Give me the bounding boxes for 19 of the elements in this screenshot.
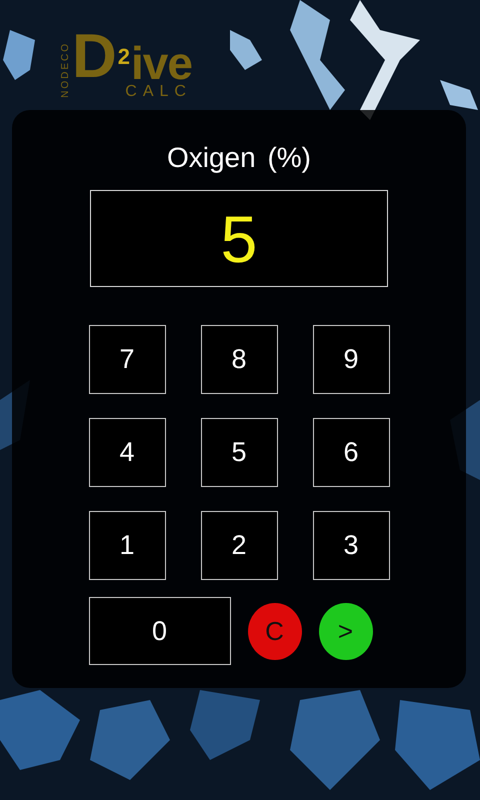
key-button[interactable]: 6 [312,418,390,487]
key-button[interactable]: 5 [200,418,278,487]
key-button[interactable]: 7 [88,325,166,394]
round-button[interactable]: C [248,602,302,660]
logo-initial: D [72,32,117,82]
logo-word: ive [131,44,192,82]
logo-subtitle: CALC [125,84,192,100]
value-display: 5 [90,190,388,287]
key-button[interactable]: 0 [88,597,231,665]
logo-digit: 2 [118,46,130,68]
key-button[interactable]: 8 [200,325,278,394]
key-button[interactable]: 3 [312,511,390,580]
round-button[interactable]: > [318,602,372,660]
key-button[interactable]: 9 [312,325,390,394]
logo-side-text: NODECO [60,42,72,98]
key-button[interactable]: 2 [200,511,278,580]
key-button[interactable]: 1 [88,511,166,580]
key-button[interactable]: 4 [88,418,166,487]
dialog-title: Oxigen (%) [166,141,312,175]
